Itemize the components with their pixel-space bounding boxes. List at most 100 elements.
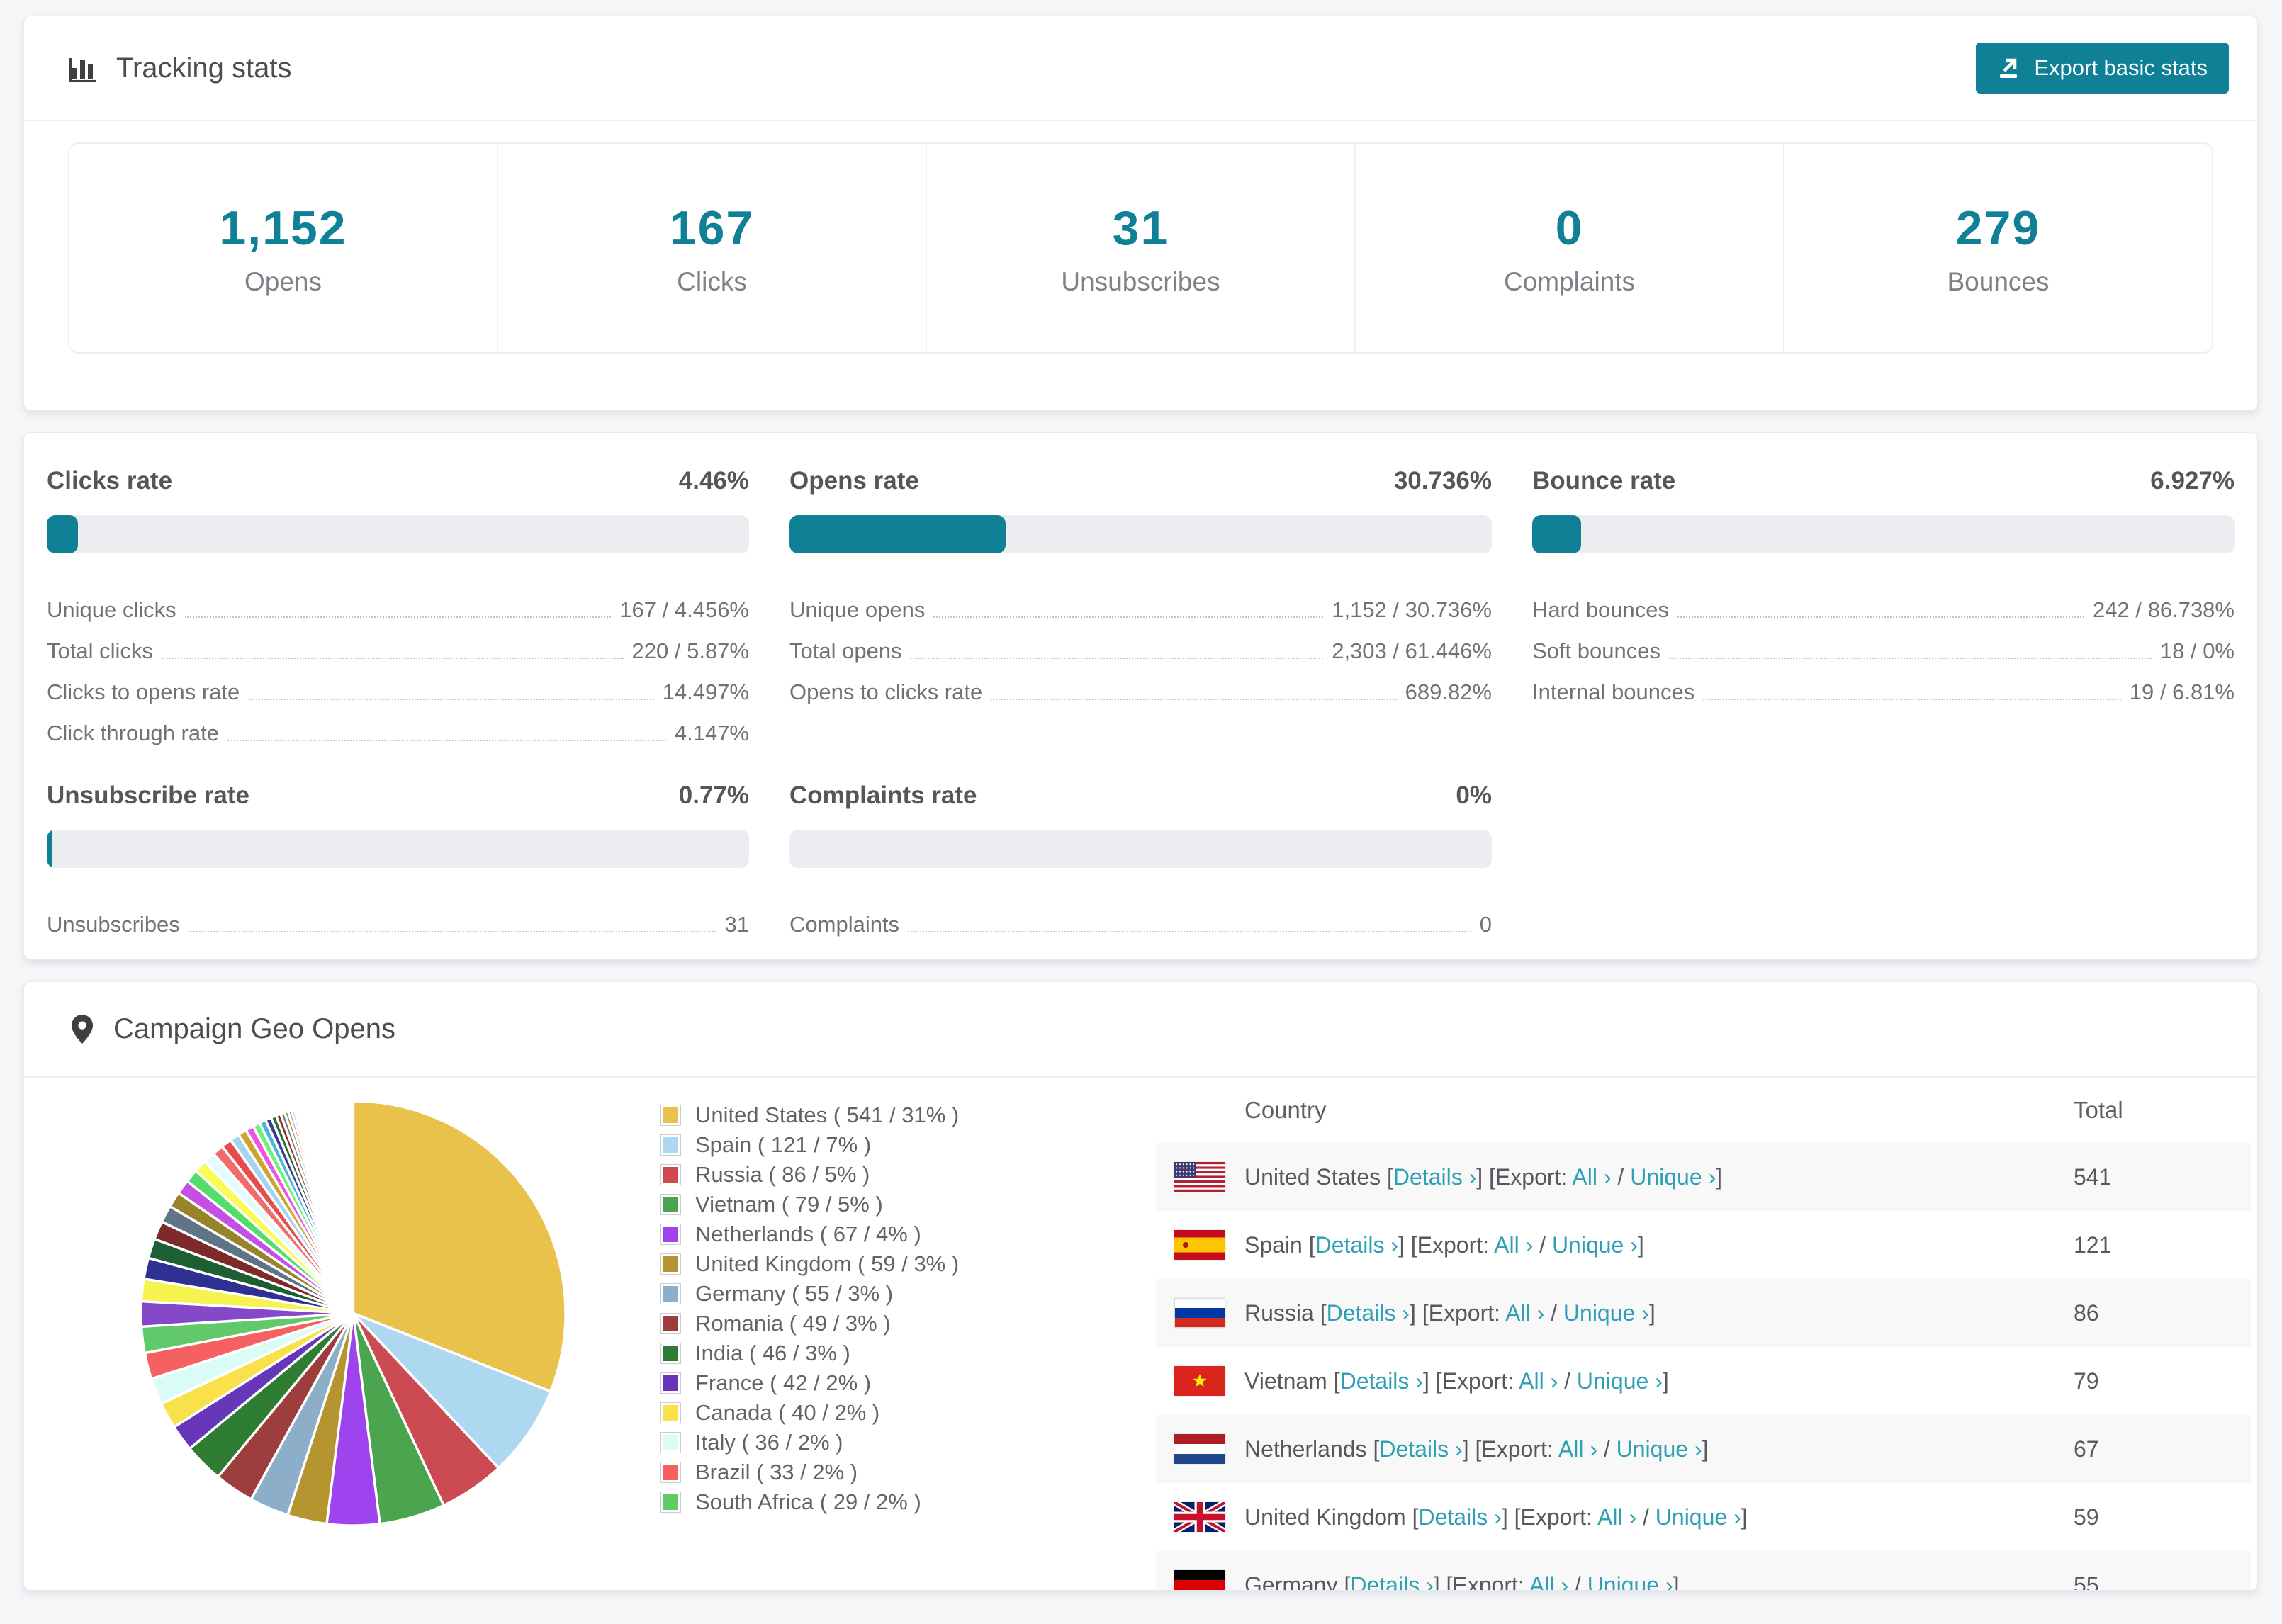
stat-cell: 1,152 Opens bbox=[69, 144, 498, 352]
rate-row-dotted-leader bbox=[188, 931, 716, 932]
export-all-link[interactable]: All › bbox=[1494, 1232, 1533, 1258]
country-flag-icon bbox=[1156, 1298, 1244, 1328]
rate-row-dotted-leader bbox=[908, 931, 1471, 932]
legend-color-swatch bbox=[660, 1164, 681, 1185]
rate-row: Click through rate 4.147% bbox=[47, 705, 749, 746]
rate-row-dotted-leader bbox=[184, 616, 612, 618]
rate-panel-head: Opens rate 30.736% bbox=[789, 467, 1492, 495]
details-link[interactable]: Details › bbox=[1327, 1300, 1410, 1326]
rate-row: Total clicks 220 / 5.87% bbox=[47, 623, 749, 664]
stat-cell: 31 Unsubscribes bbox=[927, 144, 1356, 352]
details-link[interactable]: Details › bbox=[1315, 1232, 1398, 1258]
export-unique-link[interactable]: Unique › bbox=[1587, 1572, 1673, 1591]
export-all-link[interactable]: All › bbox=[1597, 1504, 1636, 1530]
rate-panel: Clicks rate 4.46% Unique clicks 167 / 4.… bbox=[47, 467, 749, 746]
details-link[interactable]: Details › bbox=[1379, 1436, 1462, 1462]
legend-label: Italy ( 36 / 2% ) bbox=[695, 1430, 843, 1455]
country-cell: United States [Details ›] [Export: All ›… bbox=[1244, 1164, 2074, 1190]
legend-color-swatch bbox=[660, 1253, 681, 1275]
stat-cell: 0 Complaints bbox=[1356, 144, 1784, 352]
geo-header-country: Country bbox=[1244, 1097, 1327, 1123]
bracket-text: ] bbox=[1637, 1231, 1644, 1258]
tracking-stats-title-text: Tracking stats bbox=[116, 52, 292, 84]
export-unique-link[interactable]: Unique › bbox=[1630, 1164, 1716, 1190]
rate-panel-value: 6.927% bbox=[2150, 467, 2235, 495]
bracket-text: [ bbox=[1327, 1368, 1340, 1394]
rate-panel-head: Unsubscribe rate 0.77% bbox=[47, 782, 749, 810]
export-all-link[interactable]: All › bbox=[1558, 1436, 1597, 1462]
details-link[interactable]: Details › bbox=[1350, 1572, 1433, 1591]
rate-row-dotted-leader bbox=[991, 699, 1397, 700]
bracket-text: [ bbox=[1381, 1163, 1393, 1190]
export-all-link[interactable]: All › bbox=[1505, 1300, 1544, 1326]
legend-item: South Africa ( 29 / 2% ) bbox=[660, 1487, 959, 1517]
legend-color-swatch bbox=[660, 1343, 681, 1364]
legend-label: South Africa ( 29 / 2% ) bbox=[695, 1489, 921, 1514]
country-flag-icon bbox=[1156, 1434, 1244, 1464]
export-unique-link[interactable]: Unique › bbox=[1617, 1436, 1702, 1462]
rate-row: Unique clicks 167 / 4.456% bbox=[47, 582, 749, 623]
country-name: United States bbox=[1244, 1163, 1381, 1190]
legend-label: Romania ( 49 / 3% ) bbox=[695, 1311, 891, 1336]
bracket-text: ] [Export: bbox=[1422, 1368, 1519, 1394]
rate-panel-head: Bounce rate 6.927% bbox=[1532, 467, 2235, 495]
geo-opens-title-text: Campaign Geo Opens bbox=[113, 1013, 396, 1044]
stat-value: 31 bbox=[1112, 201, 1169, 255]
legend-item: Germany ( 55 / 3% ) bbox=[660, 1279, 959, 1309]
country-flag-icon bbox=[1156, 1162, 1244, 1192]
country-cell: Vietnam [Details ›] [Export: All › / Uni… bbox=[1244, 1368, 2074, 1394]
rate-panel-rows: Complaints 0 bbox=[789, 896, 1492, 937]
rate-panel-title: Clicks rate bbox=[47, 467, 173, 495]
export-button-label: Export basic stats bbox=[2034, 55, 2208, 80]
rate-panel-value: 0.77% bbox=[678, 782, 749, 809]
stat-value: 0 bbox=[1555, 201, 1584, 255]
rate-row-label: Soft bounces bbox=[1532, 638, 1660, 663]
details-link[interactable]: Details › bbox=[1340, 1368, 1423, 1394]
rate-row-value: 167 / 4.456% bbox=[619, 597, 749, 622]
bracket-text: / bbox=[1544, 1299, 1563, 1326]
rate-row-value: 242 / 86.738% bbox=[2093, 597, 2235, 622]
rate-progress-track bbox=[47, 830, 749, 868]
country-name: Russia bbox=[1244, 1299, 1314, 1326]
rate-progress-track bbox=[1532, 515, 2235, 553]
total-cell: 541 bbox=[2074, 1163, 2112, 1190]
total-cell: 55 bbox=[2074, 1572, 2099, 1591]
bracket-text: [ bbox=[1302, 1231, 1315, 1258]
bracket-text: [ bbox=[1337, 1572, 1351, 1591]
bracket-text: [ bbox=[1313, 1299, 1327, 1326]
rate-row-value: 18 / 0% bbox=[2159, 638, 2235, 663]
table-row: Vietnam [Details ›] [Export: All › / Uni… bbox=[1156, 1347, 2251, 1415]
export-all-link[interactable]: All › bbox=[1529, 1572, 1568, 1591]
rate-progress-fill bbox=[47, 830, 52, 868]
export-unique-link[interactable]: Unique › bbox=[1563, 1300, 1649, 1326]
campaign-geo-opens-card: Campaign Geo Opens United States ( 541 /… bbox=[23, 981, 2258, 1591]
legend-color-swatch bbox=[660, 1402, 681, 1423]
dashboard-page: Tracking stats Export basic stats 1,152 … bbox=[0, 0, 2282, 1624]
stat-cell: 167 Clicks bbox=[498, 144, 927, 352]
legend-color-swatch bbox=[660, 1462, 681, 1483]
bracket-text: ] [Export: bbox=[1433, 1572, 1529, 1591]
bracket-text: ] bbox=[1648, 1299, 1656, 1326]
rate-panel: Complaints rate 0% Complaints 0 bbox=[789, 782, 1492, 937]
bracket-text: / bbox=[1597, 1436, 1617, 1462]
export-all-link[interactable]: All › bbox=[1519, 1368, 1558, 1394]
rate-panel-rows: Unique opens 1,152 / 30.736% Total opens… bbox=[789, 582, 1492, 705]
geo-opens-body: United States ( 541 / 31% ) Spain ( 121 … bbox=[24, 1078, 2257, 1590]
export-basic-stats-button[interactable]: Export basic stats bbox=[1976, 43, 2229, 94]
country-name: Germany bbox=[1244, 1572, 1338, 1591]
export-unique-link[interactable]: Unique › bbox=[1656, 1504, 1741, 1530]
table-row: Netherlands [Details ›] [Export: All › /… bbox=[1156, 1415, 2251, 1483]
rate-row-label: Total clicks bbox=[47, 638, 153, 663]
bracket-text: ] [Export: bbox=[1501, 1504, 1597, 1530]
details-link[interactable]: Details › bbox=[1393, 1164, 1476, 1190]
rate-progress-track bbox=[47, 515, 749, 553]
rate-panel: Unsubscribe rate 0.77% Unsubscribes 31 bbox=[47, 782, 749, 937]
rate-row: Total opens 2,303 / 61.446% bbox=[789, 623, 1492, 664]
export-unique-link[interactable]: Unique › bbox=[1552, 1232, 1638, 1258]
export-unique-link[interactable]: Unique › bbox=[1577, 1368, 1663, 1394]
bracket-text: / bbox=[1558, 1368, 1577, 1394]
table-row: United Kingdom [Details ›] [Export: All … bbox=[1156, 1483, 2251, 1551]
export-all-link[interactable]: All › bbox=[1572, 1164, 1611, 1190]
details-link[interactable]: Details › bbox=[1418, 1504, 1501, 1530]
rate-row-label: Unique opens bbox=[789, 597, 926, 622]
